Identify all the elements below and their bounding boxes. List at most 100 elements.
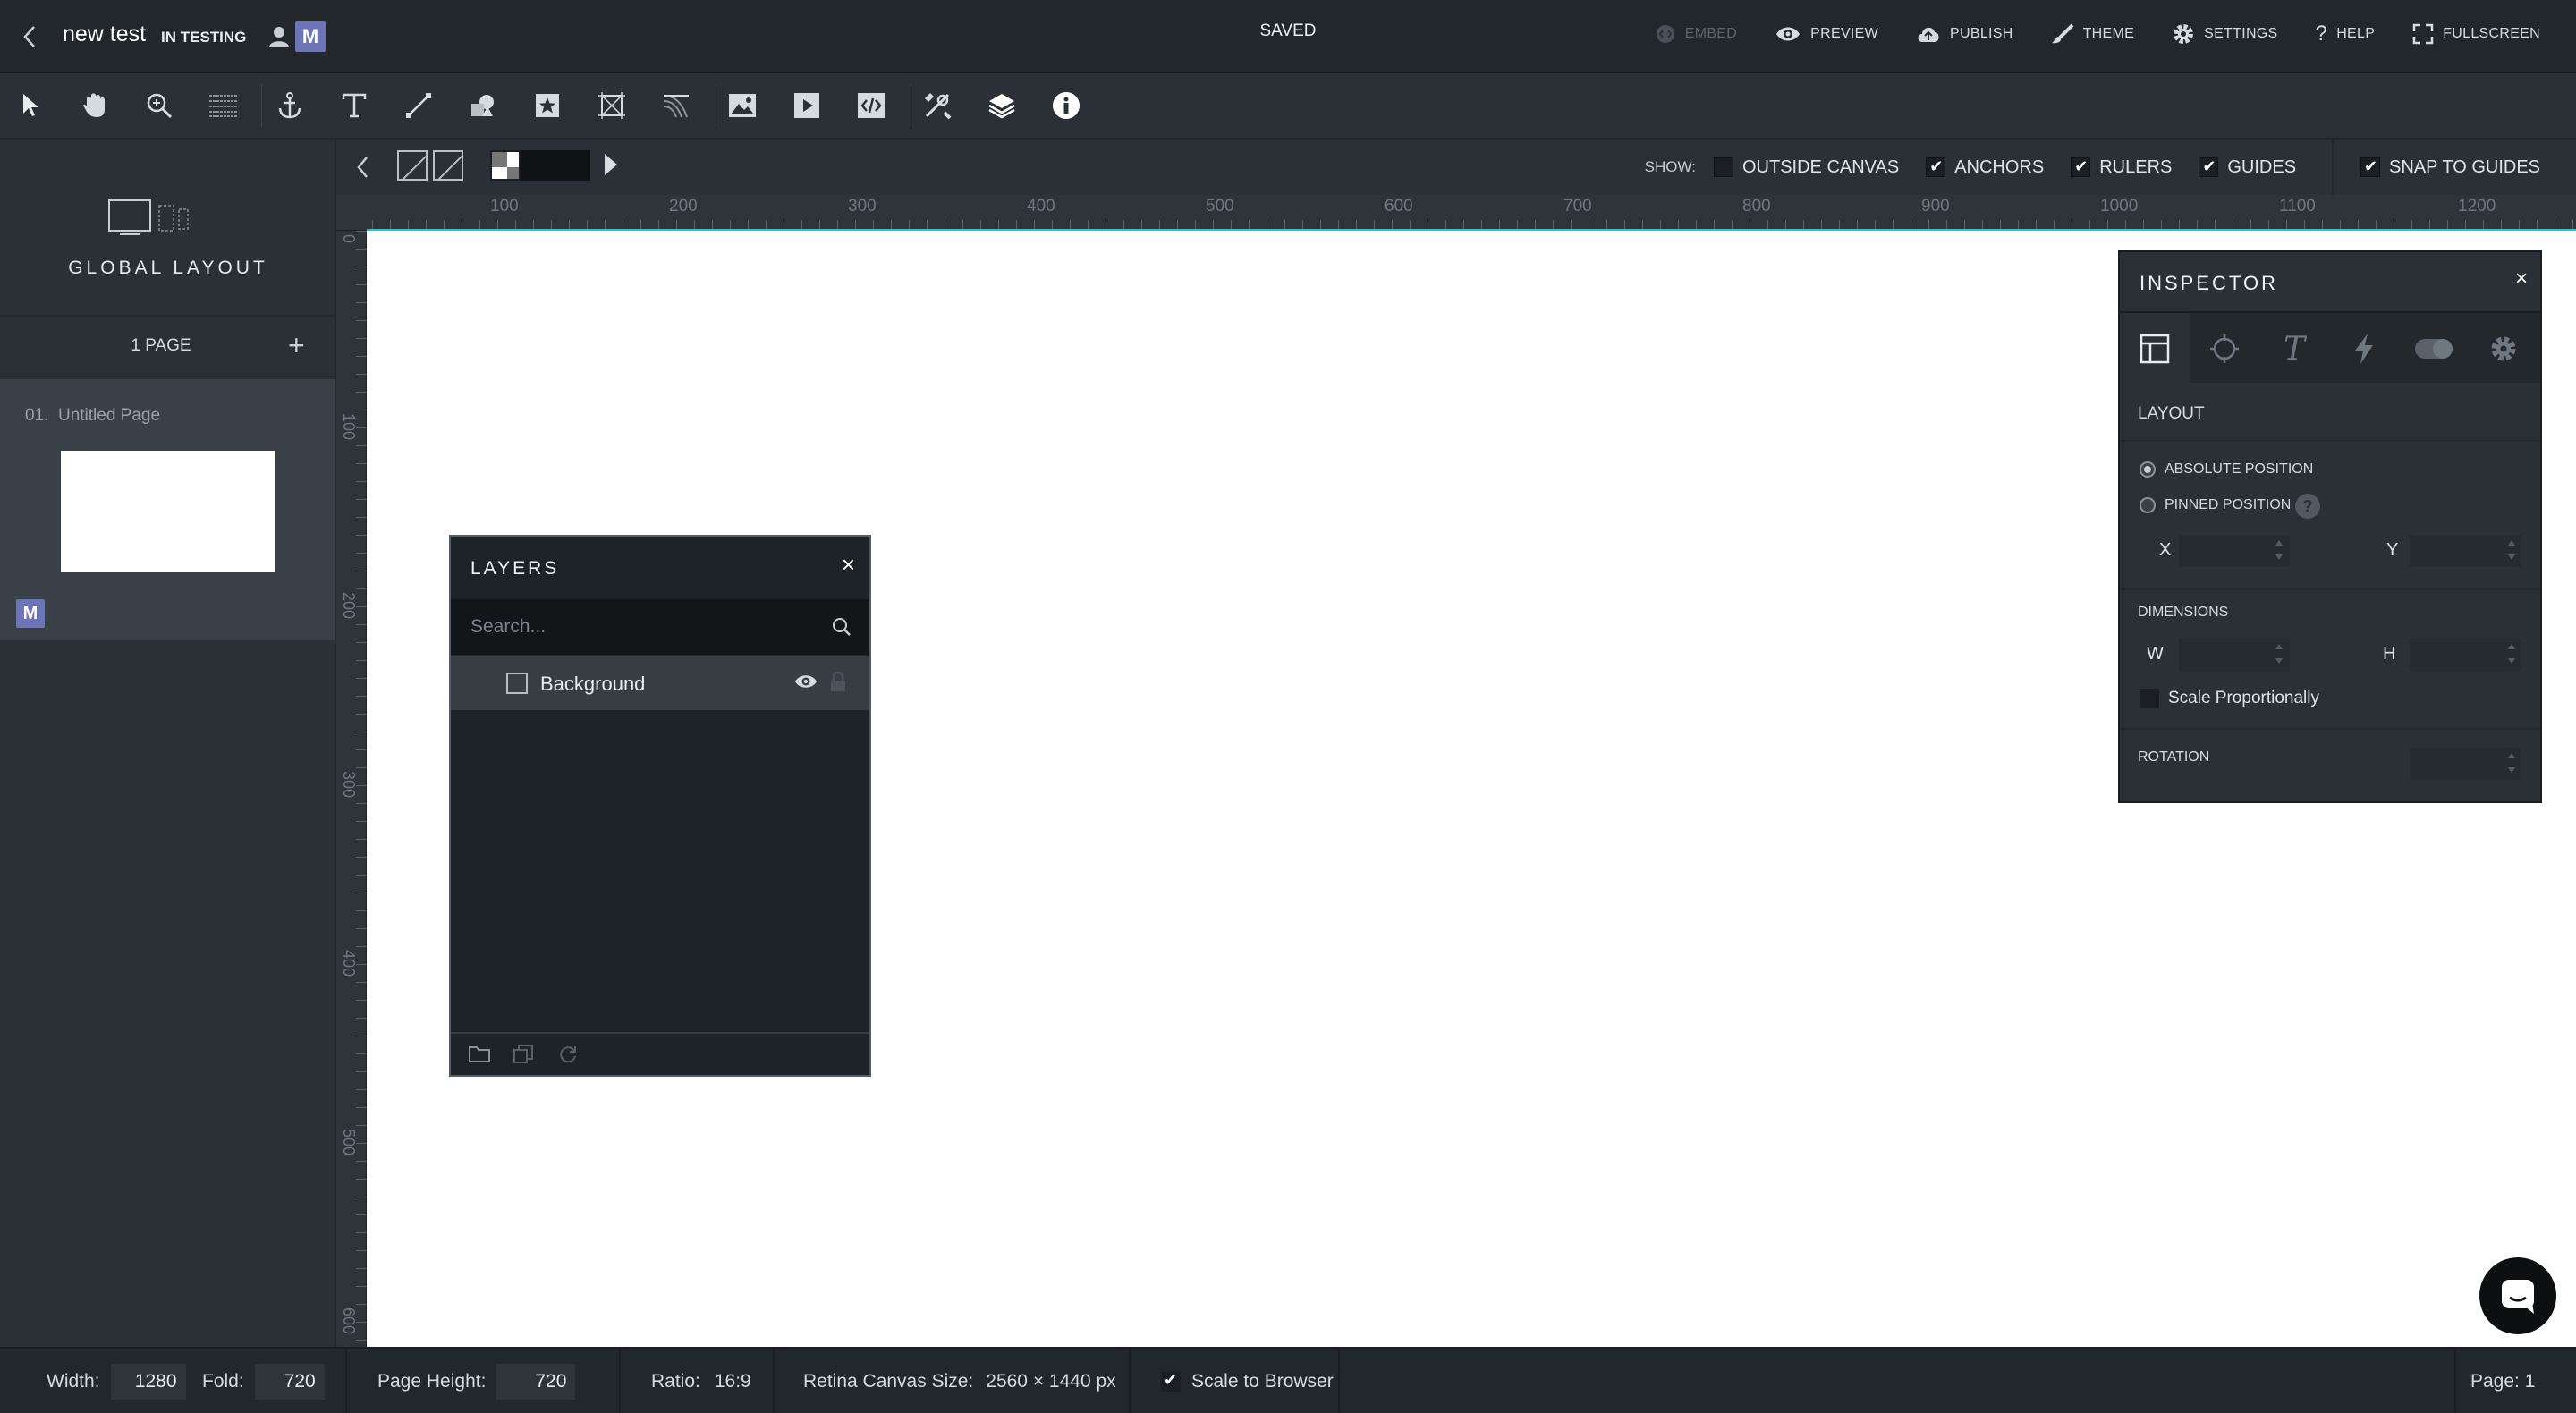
- back-chevron-icon[interactable]: [20, 21, 41, 52]
- zoom-icon[interactable]: [141, 88, 177, 123]
- rulers-toggle[interactable]: RULERS: [2071, 157, 2172, 178]
- layer-name[interactable]: Background: [540, 673, 645, 696]
- chat-icon: [2502, 1280, 2534, 1314]
- device-layout-icon[interactable]: [107, 199, 206, 240]
- y-stepper[interactable]: [2506, 537, 2517, 563]
- expand-triangle-icon[interactable]: [605, 154, 617, 175]
- add-page-button[interactable]: +: [288, 329, 305, 362]
- lines-icon[interactable]: [206, 88, 242, 123]
- chat-support-button[interactable]: [2479, 1257, 2556, 1334]
- help-button[interactable]: ? HELP: [2316, 21, 2376, 47]
- pinned-help-icon[interactable]: ?: [2295, 494, 2320, 519]
- lock-icon[interactable]: [830, 671, 846, 692]
- effects-toggle-icon[interactable]: [2399, 313, 2469, 385]
- canvas-controls-bar: SHOW: OUTSIDE CANVAS ANCHORS RULERS GUID…: [336, 140, 2576, 195]
- x-stepper[interactable]: [2274, 537, 2284, 563]
- info-icon[interactable]: [1048, 88, 1084, 123]
- page-thumbnail[interactable]: [61, 451, 275, 572]
- page-list-item[interactable]: 01. Untitled Page M: [0, 379, 335, 640]
- fullscreen-button[interactable]: FULLSCREEN: [2412, 23, 2540, 45]
- fit-height-icon[interactable]: [433, 150, 463, 181]
- scale-to-browser-toggle[interactable]: Scale to Browser: [1161, 1349, 1334, 1413]
- visibility-eye-icon[interactable]: [794, 673, 818, 690]
- layers-close-button[interactable]: ×: [842, 551, 855, 579]
- image-icon[interactable]: [724, 88, 760, 123]
- typography-tab-icon[interactable]: T: [2259, 313, 2329, 385]
- layers-stack-icon[interactable]: [984, 88, 1020, 123]
- bottom-divider: [619, 1349, 621, 1413]
- dark-swatch[interactable]: [521, 150, 590, 181]
- target-tab-icon[interactable]: [2190, 313, 2259, 385]
- select-pointer-icon[interactable]: [13, 88, 48, 123]
- outside-canvas-checkbox[interactable]: [1713, 157, 1733, 177]
- project-name[interactable]: new test: [63, 21, 146, 47]
- avatar[interactable]: M: [295, 21, 326, 52]
- retina-size-display: Retina Canvas Size: 2560 × 1440 px: [803, 1349, 1116, 1413]
- tools-icon[interactable]: [919, 88, 955, 123]
- star-badge-icon[interactable]: [530, 88, 565, 123]
- text-tool-icon[interactable]: [336, 88, 372, 123]
- horizontal-ruler[interactable]: 100 200 300 400 500 600 700 800 900 1000…: [336, 195, 2576, 231]
- outside-canvas-toggle[interactable]: OUTSIDE CANVAS: [1713, 157, 1899, 178]
- ruler-h-label: 900: [1921, 197, 1950, 216]
- rotation-stepper[interactable]: [2506, 749, 2517, 776]
- layer-select-checkbox[interactable]: [506, 673, 528, 694]
- duplicate-icon[interactable]: [513, 1045, 533, 1064]
- toolbar-divider: [261, 84, 262, 127]
- rotation-input[interactable]: [2410, 748, 2521, 780]
- vertical-ruler[interactable]: 0 100 200 300 400 500 600: [336, 231, 367, 1347]
- fold-input[interactable]: [254, 1364, 325, 1400]
- y-input[interactable]: [2410, 535, 2521, 567]
- folder-icon[interactable]: [469, 1045, 490, 1062]
- pages-count: 1 PAGE: [131, 336, 191, 355]
- scale-to-browser-checkbox[interactable]: [1161, 1371, 1181, 1392]
- gear-icon: [2174, 24, 2194, 44]
- layout-tab-icon[interactable]: [2120, 313, 2190, 385]
- layers-search-input[interactable]: [451, 599, 869, 655]
- page-indicator: Page: 1: [2470, 1371, 2536, 1392]
- publish-button[interactable]: PUBLISH: [1916, 24, 2013, 44]
- hand-pan-icon[interactable]: [77, 88, 113, 123]
- action-bolt-icon[interactable]: [2329, 313, 2399, 385]
- theme-button[interactable]: THEME: [2051, 23, 2135, 45]
- pinned-position-label: PINNED POSITION: [2165, 497, 2292, 512]
- search-icon[interactable]: [832, 617, 852, 637]
- settings-button[interactable]: SETTINGS: [2172, 22, 2277, 46]
- snap-to-guides-toggle[interactable]: SNAP TO GUIDES: [2360, 157, 2540, 178]
- ruler-h-label: 200: [669, 197, 698, 216]
- absolute-position-radio[interactable]: [2140, 461, 2156, 478]
- canvas-width-input[interactable]: [110, 1364, 186, 1400]
- settings-gear-icon[interactable]: [2469, 313, 2538, 385]
- layer-row[interactable]: Background: [451, 656, 869, 710]
- width-stepper[interactable]: [2274, 640, 2284, 667]
- embed-button[interactable]: EMBED: [1655, 23, 1737, 45]
- rulers-checkbox[interactable]: [2071, 157, 2091, 177]
- crop-frame-icon[interactable]: [594, 88, 630, 123]
- anchors-toggle[interactable]: ANCHORS: [1926, 157, 2044, 178]
- transparent-swatch[interactable]: [490, 150, 521, 181]
- line-tool-icon[interactable]: [401, 88, 436, 123]
- video-play-icon[interactable]: [789, 88, 825, 123]
- guides-label: GUIDES: [2227, 157, 2297, 177]
- pinned-position-radio[interactable]: [2140, 497, 2156, 513]
- refresh-icon[interactable]: [558, 1045, 578, 1064]
- ruler-h-label: 100: [490, 197, 519, 216]
- embed-code-icon[interactable]: [853, 88, 889, 123]
- height-input[interactable]: [2410, 639, 2521, 671]
- snap-to-guides-checkbox[interactable]: [2360, 157, 2381, 177]
- shapes-icon[interactable]: [465, 88, 501, 123]
- fit-width-icon[interactable]: [397, 150, 428, 181]
- gradient-icon[interactable]: [658, 88, 694, 123]
- guides-toggle[interactable]: GUIDES: [2199, 157, 2296, 178]
- height-stepper[interactable]: [2506, 640, 2517, 667]
- collapse-chevron-icon[interactable]: [354, 154, 372, 181]
- inspector-close-button[interactable]: ×: [2515, 267, 2528, 292]
- scale-proportionally-checkbox[interactable]: [2140, 689, 2159, 708]
- anchor-icon[interactable]: [272, 88, 308, 123]
- guides-checkbox[interactable]: [2199, 157, 2219, 177]
- user-icon[interactable]: [268, 25, 290, 48]
- anchors-checkbox[interactable]: [1926, 157, 1946, 177]
- page-height-input[interactable]: [496, 1364, 576, 1400]
- inspector-divider: [2120, 588, 2540, 590]
- preview-button[interactable]: PREVIEW: [1775, 24, 1878, 44]
